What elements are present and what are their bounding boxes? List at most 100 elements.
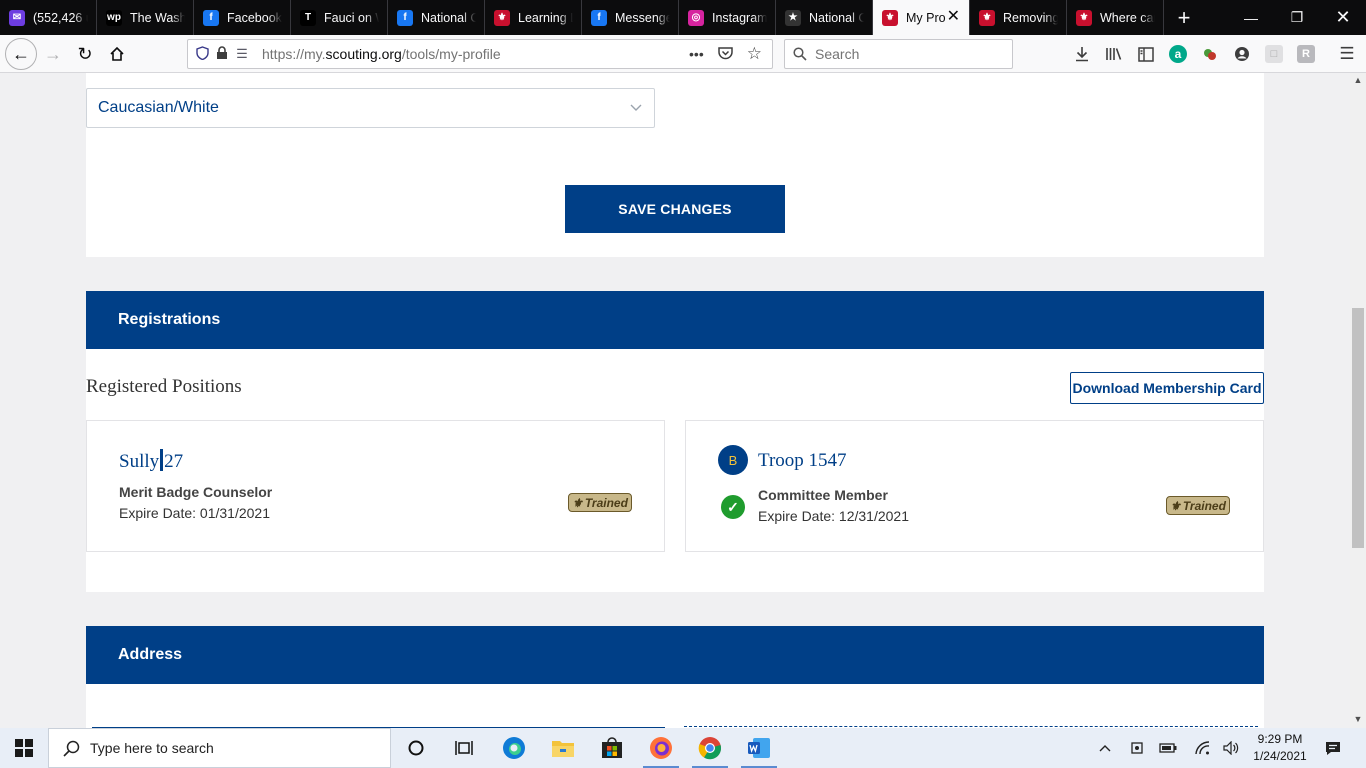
position-card: B Troop 1547 ✓ Committee Member Expire D… [685, 420, 1264, 552]
word-icon [748, 738, 770, 758]
taskbar: Type here to search 9:29 PM 1/24/2021 [0, 728, 1366, 768]
position-role: Committee Member [758, 487, 888, 503]
home-icon [110, 46, 124, 61]
extension-r-icon[interactable]: R [1297, 45, 1315, 63]
sidebar-icon[interactable] [1137, 45, 1155, 63]
browser-tab[interactable]: ⚜ Removing [970, 0, 1067, 35]
folder-icon [552, 741, 574, 757]
registered-positions-title: Registered Positions [86, 376, 242, 397]
page-actions-icon[interactable]: ••• [689, 46, 704, 62]
notification-icon [1326, 741, 1340, 755]
wifi-icon[interactable] [1191, 728, 1213, 768]
browser-tab[interactable]: wp The Washi [97, 0, 194, 35]
action-center-button[interactable] [1320, 728, 1346, 768]
edge-icon [503, 737, 525, 759]
browser-tab[interactable]: ⚜ Learning L [485, 0, 582, 35]
system-clock[interactable]: 9:29 PM 1/24/2021 [1242, 731, 1318, 765]
expire-date: Expire Date: 12/31/2021 [758, 508, 909, 524]
trained-badge: ⚜ Trained [1166, 496, 1230, 515]
volume-icon[interactable] [1220, 728, 1242, 768]
facebook-icon: f [203, 9, 219, 26]
url-bar[interactable]: ☰ https://my.scouting.org/tools/my-profi… [187, 39, 773, 69]
store-button[interactable] [588, 728, 636, 768]
url-path: /tools/my-profile [401, 46, 501, 62]
browser-tab[interactable]: T Fauci on W [291, 0, 388, 35]
lock-icon[interactable] [212, 45, 232, 63]
taskbar-search-placeholder: Type here to search [90, 740, 214, 756]
url-domain: scouting.org [325, 46, 402, 62]
library-icon[interactable] [1105, 45, 1123, 63]
downloads-icon[interactable] [1073, 45, 1091, 63]
minimize-button[interactable]: — [1228, 0, 1274, 35]
ethnicity-select[interactable]: Caucasian/White [86, 88, 655, 128]
task-view-icon [455, 741, 473, 755]
back-button[interactable]: ← [5, 38, 37, 70]
download-membership-card-button[interactable]: Download Membership Card [1070, 372, 1264, 404]
url-prefix: https://my. [262, 46, 326, 62]
search-icon [63, 740, 80, 757]
unit-name-part: 27 [164, 451, 184, 472]
browser-tab[interactable]: f Facebook [194, 0, 291, 35]
scroll-up-arrow[interactable]: ▲ [1353, 75, 1363, 85]
browser-tab-active[interactable]: ⚜ My Pro ✕ [873, 0, 970, 35]
word-taskbar-button[interactable] [735, 728, 783, 768]
mail-icon: ✉ [9, 9, 25, 26]
cortana-button[interactable] [392, 728, 440, 768]
task-view-button[interactable] [440, 728, 488, 768]
reload-button[interactable]: ↻ [70, 39, 100, 69]
chrome-taskbar-button[interactable] [686, 728, 734, 768]
browser-tab[interactable]: ✉ (552,426 u [0, 0, 97, 35]
scroll-down-arrow[interactable]: ▼ [1353, 714, 1363, 724]
search-bar[interactable]: Search [784, 39, 1013, 69]
permissions-icon[interactable]: ☰ [232, 46, 252, 62]
unit-name[interactable]: Sully 27 [119, 449, 183, 473]
browser-tab[interactable]: ⚜ Where car [1067, 0, 1164, 35]
taskbar-search-input[interactable]: Type here to search [48, 728, 391, 768]
start-button[interactable] [0, 728, 48, 768]
browser-tab[interactable]: ◎ Instagram [679, 0, 776, 35]
extension-icon[interactable] [1201, 45, 1219, 63]
facebook-icon: f [397, 9, 413, 26]
page-scrollbar[interactable]: ▲ ▼ [1350, 73, 1366, 728]
shield-icon[interactable] [192, 45, 212, 63]
home-button[interactable] [102, 39, 132, 69]
show-hidden-icons-button[interactable] [1094, 728, 1116, 768]
bookmark-star-icon[interactable]: ☆ [747, 44, 762, 64]
url-text[interactable]: https://my.scouting.org/tools/my-profile [262, 46, 501, 62]
browser-tab[interactable]: ★ National C [776, 0, 873, 35]
new-tab-button[interactable]: + [1167, 0, 1201, 35]
close-window-button[interactable]: ✕ [1320, 0, 1366, 35]
position-card: Sully 27 Merit Badge Counselor Expire Dat… [86, 420, 665, 552]
browser-tab[interactable]: f National C [388, 0, 485, 35]
tab-title: Removing [1003, 10, 1058, 25]
file-explorer-button[interactable] [539, 728, 587, 768]
tray-app-icon[interactable] [1126, 728, 1148, 768]
unit-name[interactable]: Troop 1547 [758, 450, 847, 472]
forward-button[interactable]: → [38, 39, 68, 69]
clock-time: 9:29 PM [1257, 732, 1303, 746]
bsa-icon: ⚜ [1076, 9, 1092, 26]
save-changes-button[interactable]: SAVE CHANGES [565, 185, 785, 233]
instagram-icon: ◎ [688, 9, 704, 26]
ncap-icon: ★ [785, 9, 801, 26]
tab-title: The Washi [130, 10, 185, 25]
browser-tab[interactable]: f Messenge [582, 0, 679, 35]
unit-name-part: Sully [119, 451, 160, 472]
battery-icon[interactable] [1157, 728, 1179, 768]
pocket-icon[interactable] [718, 46, 733, 63]
address-header: Address [86, 626, 1264, 684]
tab-title: Learning L [518, 10, 573, 25]
menu-icon[interactable]: ☰ [1338, 44, 1356, 63]
restore-button[interactable]: ❐ [1274, 0, 1320, 35]
close-tab-icon[interactable]: ✕ [947, 9, 960, 25]
tab-title: National C [809, 10, 864, 25]
firefox-taskbar-button[interactable] [637, 728, 685, 768]
extension-box-icon[interactable]: □ [1265, 45, 1283, 63]
edge-taskbar-button[interactable] [490, 728, 538, 768]
amazon-assistant-icon[interactable]: a [1169, 45, 1187, 63]
bsa-icon: ⚜ [494, 9, 510, 26]
account-icon[interactable] [1233, 45, 1251, 63]
trained-label: Trained [584, 495, 628, 510]
store-icon [602, 737, 622, 758]
scrollbar-thumb[interactable] [1352, 308, 1364, 548]
